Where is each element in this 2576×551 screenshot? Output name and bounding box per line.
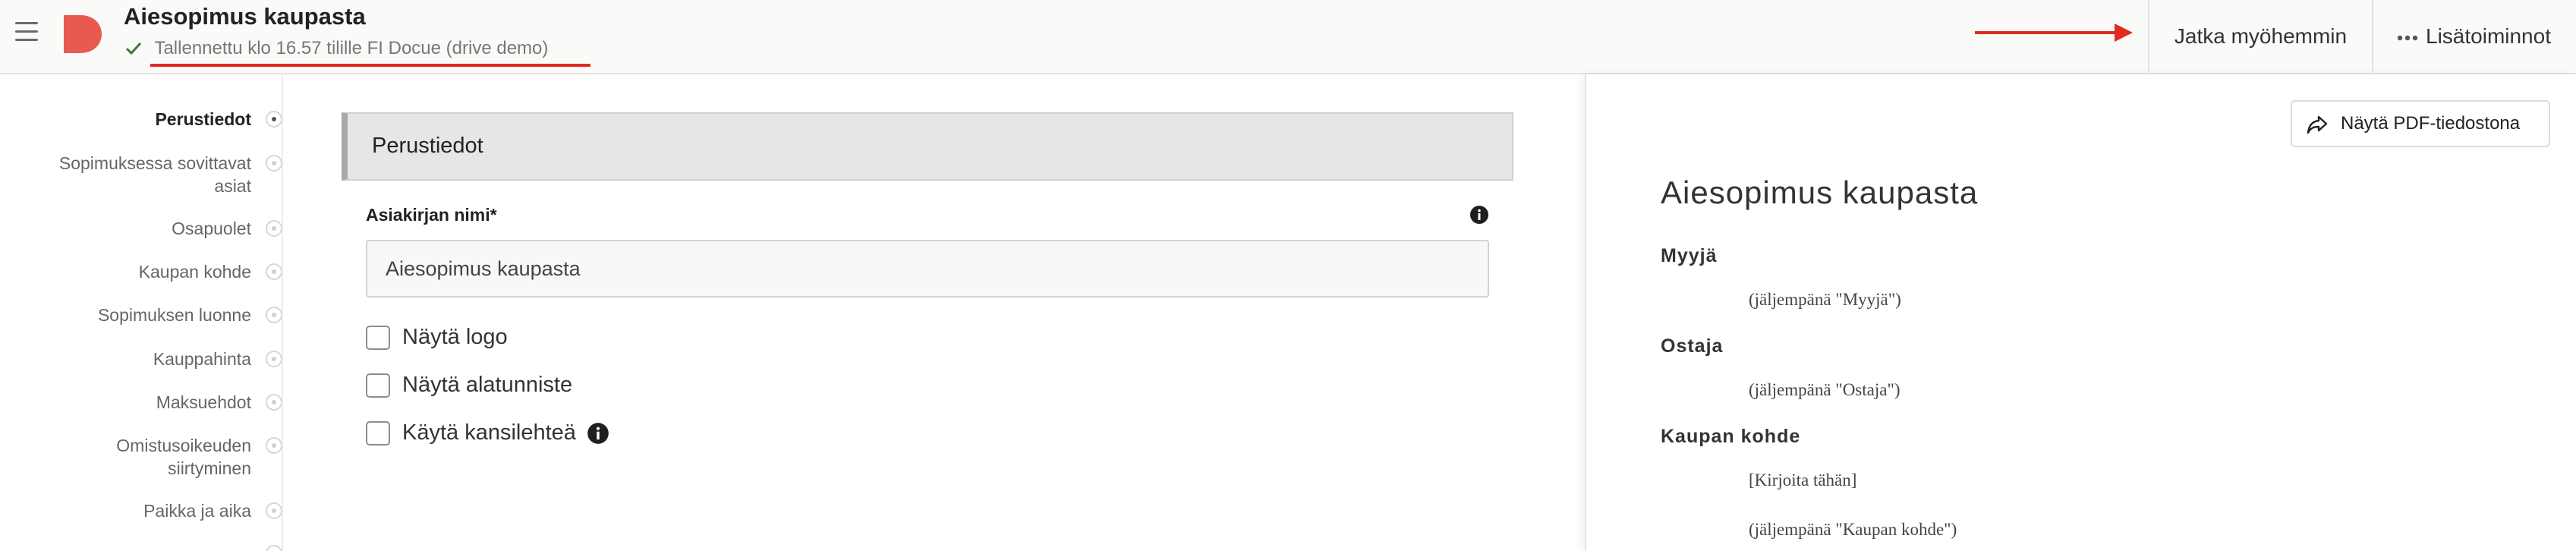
more-actions-button[interactable]: Lisätoiminnot [2374,0,2576,73]
nav-item-sopimuksessa-sovittavat-asiat[interactable]: Sopimuksessa sovittavat asiat [0,152,282,197]
nav-item-perustiedot[interactable]: Perustiedot [0,108,282,131]
top-bar: Aiesopimus kaupasta Tallennettu klo 16.5… [0,0,2576,74]
nav-item-label: Kaupan kohde [138,262,251,282]
document-preview: Näytä PDF-tiedostona Aiesopimus kaupasta… [1585,74,2576,551]
nav-item-maksuehdot[interactable]: Maksuehdot [0,391,282,414]
continue-later-button[interactable]: Jatka myöhemmin [2148,0,2373,73]
nav-item-label: Sopimuksessa sovittavat asiat [58,153,251,196]
preview-text: [Kirjoita tähän] [1749,471,1857,490]
section-header: Perustiedot [342,112,1513,181]
info-icon[interactable] [1469,205,1489,225]
nav-step-dot [266,220,282,237]
document-title: Aiesopimus kaupasta [124,3,366,30]
save-status: Tallennettu klo 16.57 tilille FI Docue (… [124,38,548,65]
nav-step-dot [266,307,282,323]
document-name-input[interactable] [366,240,1489,298]
nav-item-sopimuksen-luonne[interactable]: Sopimuksen luonne [0,304,282,326]
document-name-label: Asiakirjan nimi* [366,205,497,225]
use-cover-page-checkbox[interactable]: Käytä kansilehteä [366,420,609,451]
preview-text: (jäljempänä "Myyjä") [1749,290,1901,309]
info-icon[interactable] [587,422,609,445]
hamburger-menu-icon[interactable] [15,22,38,42]
nav-step-dot [266,545,282,551]
preview-text: (jäljempänä "Kaupan kohde") [1749,520,1957,539]
show-footer-checkbox[interactable]: Näytä alatunniste [366,373,572,403]
preview-heading-buyer: Ostaja [1661,335,1724,357]
nav-item-osapuolet[interactable]: Osapuolet [0,217,282,240]
checkbox-box[interactable] [366,325,390,350]
nav-step-dot [266,394,282,411]
checkbox-box[interactable] [366,373,390,398]
checkbox-label: Näytä logo [402,325,508,349]
ellipsis-icon [2397,35,2418,40]
red-underline-annotation [150,64,590,67]
nav-step-dot [266,437,282,454]
section-title: Perustiedot [372,134,483,158]
nav-step-dot [266,263,282,280]
share-arrow-icon [2307,115,2328,134]
nav-item-label: Sopimuksen luonne [97,305,251,325]
more-actions-label: Lisätoiminnot [2426,24,2551,48]
preview-heading-subject: Kaupan kohde [1661,426,1801,447]
nav-step-dot [266,502,282,519]
docue-logo[interactable] [61,14,103,55]
nav-item-next-partial[interactable] [0,542,282,551]
preview-heading-seller: Myyjä [1661,245,1718,266]
nav-item-paikka-ja-aika[interactable]: Paikka ja aika [0,499,282,522]
checkbox-label: Käytä kansilehteä [402,420,576,445]
show-logo-checkbox[interactable]: Näytä logo [366,325,508,355]
preview-document-title: Aiesopimus kaupasta [1661,175,1979,210]
nav-item-kauppahinta[interactable]: Kauppahinta [0,348,282,370]
checkbox-label: Näytä alatunniste [402,373,573,397]
nav-item-omistusoikeuden-siirtyminen[interactable]: Omistusoikeuden siirtyminen [0,434,282,480]
nav-step-dot [266,351,282,367]
preview-text: (jäljempänä "Ostaja") [1749,380,1901,399]
nav-item-label: Paikka ja aika [143,501,251,521]
nav-item-label: Omistusoikeuden siirtyminen [116,436,251,478]
nav-item-label: Perustiedot [155,109,251,129]
nav-item-label: Maksuehdot [156,392,251,412]
show-as-pdf-button[interactable]: Näytä PDF-tiedostona [2291,100,2550,147]
checkmark-icon [125,42,142,55]
checkbox-box[interactable] [366,420,390,446]
show-as-pdf-label: Näytä PDF-tiedostona [2341,113,2521,134]
form-panel: Perustiedot Asiakirjan nimi* Näytä logo … [284,74,1585,551]
nav-item-kaupan-kohde[interactable]: Kaupan kohde [0,260,282,283]
nav-step-dot [266,155,282,172]
nav-item-label: Osapuolet [172,219,251,238]
save-status-text: Tallennettu klo 16.57 tilille FI Docue (… [154,38,549,58]
red-arrow-annotation [1975,24,2133,42]
section-navigation: Perustiedot Sopimuksessa sovittavat asia… [0,74,283,551]
nav-step-dot [266,111,282,128]
nav-item-label: Kauppahinta [153,349,251,369]
